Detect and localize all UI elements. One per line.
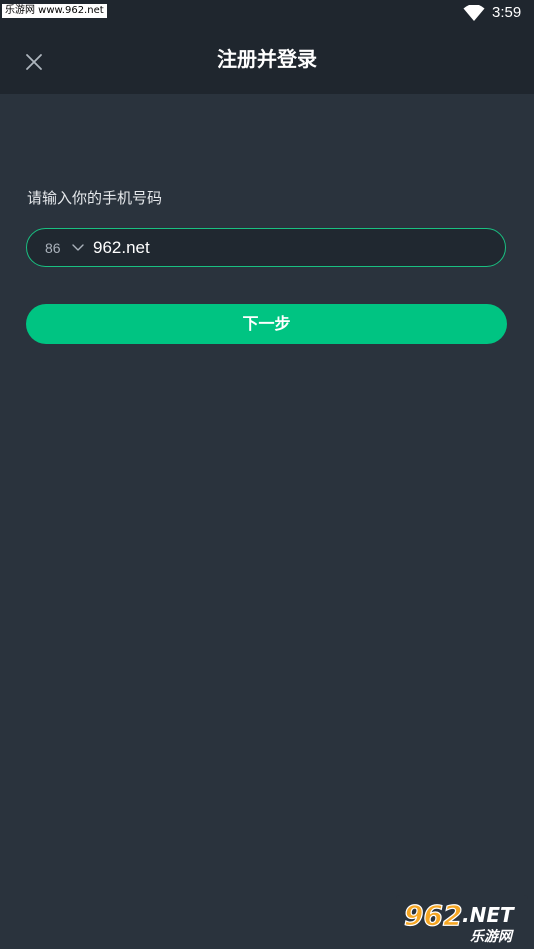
country-code-select[interactable]: 86 — [45, 238, 61, 258]
site-logo-watermark: 962 .NET 乐游网 — [396, 895, 528, 945]
next-step-button[interactable]: 下一步 — [26, 304, 507, 344]
status-bar: 乐游网 www.962.net 3:59 — [0, 0, 534, 27]
phone-prompt-label: 请输入你的手机号码 — [27, 189, 163, 207]
svg-text:962: 962 — [404, 899, 462, 932]
wifi-icon — [463, 5, 485, 21]
status-time: 3:59 — [492, 4, 522, 21]
svg-text:乐游网: 乐游网 — [470, 928, 514, 945]
phone-field[interactable]: 86 962.net — [26, 228, 506, 267]
chevron-down-icon[interactable] — [72, 242, 84, 252]
phone-number-input[interactable]: 962.net — [93, 236, 150, 260]
header: 注册并登录 — [0, 27, 534, 94]
site-watermark: 乐游网 www.962.net — [2, 4, 107, 18]
svg-text:.NET: .NET — [462, 903, 515, 927]
page-title: 注册并登录 — [217, 47, 317, 71]
